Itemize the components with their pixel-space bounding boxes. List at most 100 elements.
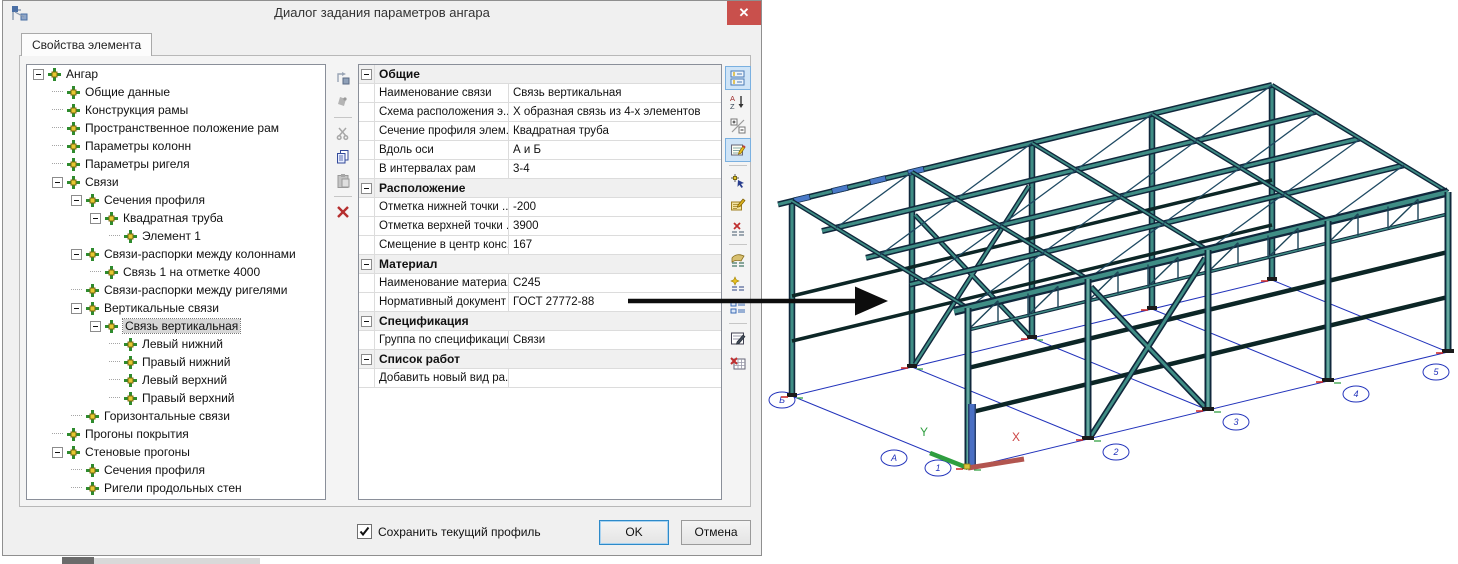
- checkbox-box[interactable]: [357, 524, 372, 539]
- property-value[interactable]: Х образная связь из 4-х элементов: [509, 103, 721, 122]
- tree-item[interactable]: Связь 1 на отметке 4000: [27, 263, 325, 281]
- edit-properties-icon[interactable]: [725, 138, 751, 162]
- tree-expander-icon[interactable]: [52, 177, 63, 188]
- tree-item[interactable]: Пространственное положение рам: [27, 119, 325, 137]
- dialog-footer: Сохранить текущий профиль OK Отмена: [3, 507, 761, 555]
- insert-element-icon[interactable]: [331, 67, 355, 89]
- sort-az-icon[interactable]: AZ: [725, 90, 751, 114]
- tree-node-icon: [67, 140, 80, 153]
- tree-item[interactable]: Параметры ригеля: [27, 155, 325, 173]
- tree-expander-icon[interactable]: [71, 249, 82, 260]
- tree-item-label: Конструкция рамы: [85, 103, 188, 117]
- tab-element-properties[interactable]: Свойства элемента: [21, 33, 152, 56]
- collapse-icon[interactable]: [361, 259, 372, 270]
- toolbar-separator: [334, 117, 352, 118]
- property-value[interactable]: -200: [509, 198, 721, 217]
- tree-item[interactable]: Сечения профиля: [27, 191, 325, 209]
- tree-item[interactable]: Общие данные: [27, 83, 325, 101]
- collapse-icon[interactable]: [361, 354, 372, 365]
- tree-connector: [52, 433, 63, 435]
- tree-expander-icon[interactable]: [33, 69, 44, 80]
- property-value[interactable]: Квадратная труба: [509, 122, 721, 141]
- tree-node-icon: [67, 158, 80, 171]
- tree-item-label: Ригели продольных стен: [104, 481, 242, 495]
- tree-item[interactable]: Горизонтальные связи: [27, 407, 325, 425]
- tree-expander-icon[interactable]: [90, 213, 101, 224]
- copy-icon[interactable]: [331, 146, 355, 168]
- list-entries-icon[interactable]: [725, 296, 751, 320]
- hangar-3d-wireframe: БА1 234 5: [768, 60, 1458, 564]
- property-value[interactable]: С245: [509, 274, 721, 293]
- tree-item[interactable]: Левый нижний: [27, 335, 325, 353]
- toolbar-separator: [729, 244, 747, 245]
- property-value[interactable]: 167: [509, 236, 721, 255]
- tree-item[interactable]: Параметры колонн: [27, 137, 325, 155]
- svg-text:4: 4: [1353, 389, 1358, 399]
- collapse-icon[interactable]: [361, 69, 372, 80]
- property-value[interactable]: Связи: [509, 331, 721, 350]
- row-gutter: [359, 217, 375, 236]
- tree-item[interactable]: Вертикальные связи: [27, 299, 325, 317]
- section-header: Общие: [375, 65, 721, 84]
- tree-expander-icon[interactable]: [52, 447, 63, 458]
- tree-item[interactable]: Квадратная труба: [27, 209, 325, 227]
- property-value[interactable]: [509, 369, 721, 388]
- tree-item[interactable]: Сечения профиля: [27, 461, 325, 479]
- apply-note-icon[interactable]: [725, 248, 751, 272]
- section-collapse[interactable]: [359, 179, 375, 198]
- row-gutter: [359, 84, 375, 103]
- property-value[interactable]: ГОСТ 27772-88: [509, 293, 721, 312]
- edit-table-icon[interactable]: [725, 327, 751, 351]
- tree-expander-icon[interactable]: [90, 321, 101, 332]
- tree-item[interactable]: Конструкция рамы: [27, 101, 325, 119]
- edit-note-icon[interactable]: [725, 193, 751, 217]
- property-label: Отметка верхней точки ...: [375, 217, 509, 236]
- property-value[interactable]: А и Б: [509, 141, 721, 160]
- paste-icon[interactable]: [331, 170, 355, 192]
- section-collapse[interactable]: [359, 312, 375, 331]
- property-grid[interactable]: ОбщиеНаименование связиСвязь вертикальна…: [358, 64, 722, 500]
- property-value[interactable]: 3900: [509, 217, 721, 236]
- tree-expander-icon[interactable]: [71, 195, 82, 206]
- tree-item[interactable]: Ригели продольных стен: [27, 479, 325, 497]
- tree-item[interactable]: Связи-распорки между колоннами: [27, 245, 325, 263]
- close-icon[interactable]: ✕: [727, 1, 761, 25]
- tree-item[interactable]: Ангар: [27, 65, 325, 83]
- tree-item[interactable]: Связи-распорки между ригелями: [27, 281, 325, 299]
- tree-expander-icon[interactable]: [71, 303, 82, 314]
- model-viewport-3d[interactable]: БА1 234 5: [768, 60, 1458, 564]
- svg-text:2: 2: [1112, 447, 1118, 457]
- pick-element-icon[interactable]: [725, 169, 751, 193]
- tree-item[interactable]: Связь вертикальная: [27, 317, 325, 335]
- structure-tree[interactable]: АнгарОбщие данные Конструкция рамы Простра…: [26, 64, 326, 500]
- tree-connector: [109, 379, 120, 381]
- clear-field-icon[interactable]: [725, 217, 751, 241]
- property-value[interactable]: 3-4: [509, 160, 721, 179]
- collapse-icon[interactable]: [361, 316, 372, 327]
- delete-table-entry-icon[interactable]: [725, 351, 751, 375]
- delete-icon[interactable]: [331, 201, 355, 223]
- tree-connector: [90, 271, 101, 273]
- ok-button[interactable]: OK: [599, 520, 669, 545]
- collapse-icon[interactable]: [361, 183, 372, 194]
- expand-collapse-icon[interactable]: [725, 114, 751, 138]
- new-entry-icon[interactable]: [725, 272, 751, 296]
- tree-item[interactable]: Правый нижний: [27, 353, 325, 371]
- section-collapse[interactable]: [359, 255, 375, 274]
- tree-item[interactable]: Стеновые прогоны: [27, 443, 325, 461]
- categorized-view-icon[interactable]: [725, 66, 751, 90]
- section-collapse[interactable]: [359, 350, 375, 369]
- tree-item[interactable]: Элемент 1: [27, 227, 325, 245]
- tree-item[interactable]: Связи: [27, 173, 325, 191]
- tree-item[interactable]: Прогоны покрытия: [27, 425, 325, 443]
- save-profile-checkbox[interactable]: Сохранить текущий профиль: [357, 524, 541, 539]
- section-collapse[interactable]: [359, 65, 375, 84]
- tree-node-icon: [67, 446, 80, 459]
- cut-icon[interactable]: [331, 122, 355, 144]
- tree-item[interactable]: Правый верхний: [27, 389, 325, 407]
- title-bar[interactable]: Диалог задания параметров ангара ✕: [3, 1, 761, 27]
- tree-item[interactable]: Левый верхний: [27, 371, 325, 389]
- attach-icon[interactable]: [331, 91, 355, 113]
- cancel-button[interactable]: Отмена: [681, 520, 751, 545]
- property-value[interactable]: Связь вертикальная: [509, 84, 721, 103]
